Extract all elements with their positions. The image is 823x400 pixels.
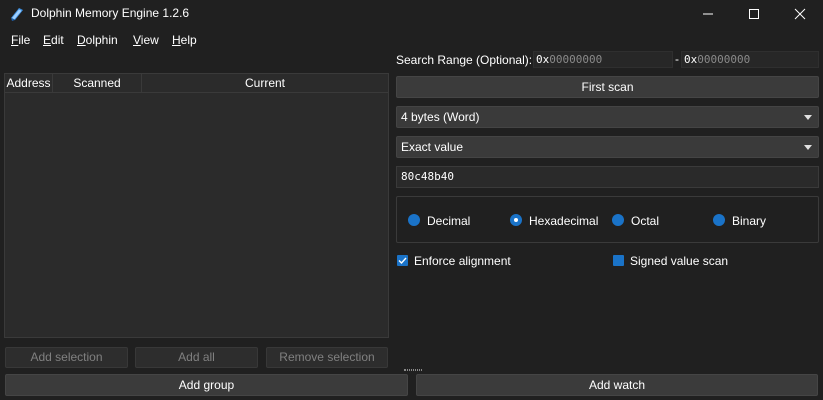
radio-octal[interactable]	[612, 214, 624, 226]
search-range-label: Search Range (Optional):	[396, 53, 533, 67]
radio-decimal-label[interactable]: Decimal	[427, 214, 470, 228]
maximize-icon	[749, 9, 759, 19]
add-selection-button[interactable]: Add selection	[5, 347, 128, 368]
radio-binary-label[interactable]: Binary	[732, 214, 766, 228]
first-scan-button[interactable]: First scan	[396, 76, 819, 98]
scan-filter-select[interactable]: Exact value	[396, 136, 819, 158]
add-watch-button[interactable]: Add watch	[416, 374, 818, 396]
search-range-end-placeholder: 00000000	[697, 53, 751, 66]
menu-bar: File Edit Dolphin View Help	[0, 30, 823, 50]
radio-hexadecimal-label[interactable]: Hexadecimal	[529, 214, 598, 228]
radio-decimal[interactable]	[408, 214, 420, 226]
dolphin-memory-engine-icon	[11, 8, 23, 21]
search-range-start-placeholder: 00000000	[549, 53, 603, 66]
scan-filter-value: Exact value	[401, 140, 464, 154]
title-bar: Dolphin Memory Engine 1.2.6	[0, 0, 823, 28]
chevron-down-icon	[804, 115, 812, 120]
menu-dolphin[interactable]: Dolphin	[77, 33, 118, 47]
add-group-button[interactable]: Add group	[5, 374, 408, 396]
chevron-down-icon	[804, 145, 812, 150]
radio-binary[interactable]	[713, 214, 725, 226]
base-radio-group: Decimal Hexadecimal Octal Binary	[396, 196, 819, 243]
signed-value-scan-label[interactable]: Signed value scan	[630, 254, 728, 268]
radio-hexadecimal[interactable]	[510, 214, 522, 226]
add-all-button[interactable]: Add all	[135, 347, 258, 368]
minimize-icon	[703, 13, 713, 15]
scan-value-input[interactable]: 80c48b40	[396, 166, 819, 188]
enforce-alignment-label[interactable]: Enforce alignment	[414, 254, 511, 268]
maximize-button[interactable]	[731, 0, 777, 28]
column-header-scanned[interactable]: Scanned	[53, 74, 142, 93]
window-title: Dolphin Memory Engine 1.2.6	[31, 6, 190, 20]
search-range-end-input[interactable]: 0x00000000	[681, 51, 819, 68]
close-button[interactable]	[777, 0, 823, 28]
splitter-handle[interactable]	[404, 369, 422, 371]
checkmark-icon	[398, 257, 407, 265]
scan-results-table[interactable]: Address Scanned Current	[4, 73, 389, 338]
search-range-separator: -	[675, 52, 679, 66]
search-range-start-prefix: 0x	[536, 53, 550, 66]
radio-octal-label[interactable]: Octal	[631, 214, 659, 228]
menu-help[interactable]: Help	[172, 33, 197, 47]
remove-selection-button[interactable]: Remove selection	[266, 347, 388, 368]
scan-type-value: 4 bytes (Word)	[401, 110, 480, 124]
signed-value-scan-checkbox[interactable]	[613, 255, 624, 266]
menu-edit[interactable]: Edit	[43, 33, 64, 47]
column-header-address[interactable]: Address	[5, 74, 53, 93]
column-header-current[interactable]: Current	[142, 74, 388, 93]
enforce-alignment-checkbox[interactable]	[397, 255, 408, 266]
menu-file[interactable]: File	[11, 33, 30, 47]
scan-type-select[interactable]: 4 bytes (Word)	[396, 106, 819, 128]
menu-view[interactable]: View	[133, 33, 159, 47]
minimize-button[interactable]	[685, 0, 731, 28]
close-icon	[794, 8, 806, 20]
table-header: Address Scanned Current	[5, 74, 388, 93]
search-range-start-input[interactable]: 0x00000000	[533, 51, 673, 68]
search-range-end-prefix: 0x	[684, 53, 698, 66]
